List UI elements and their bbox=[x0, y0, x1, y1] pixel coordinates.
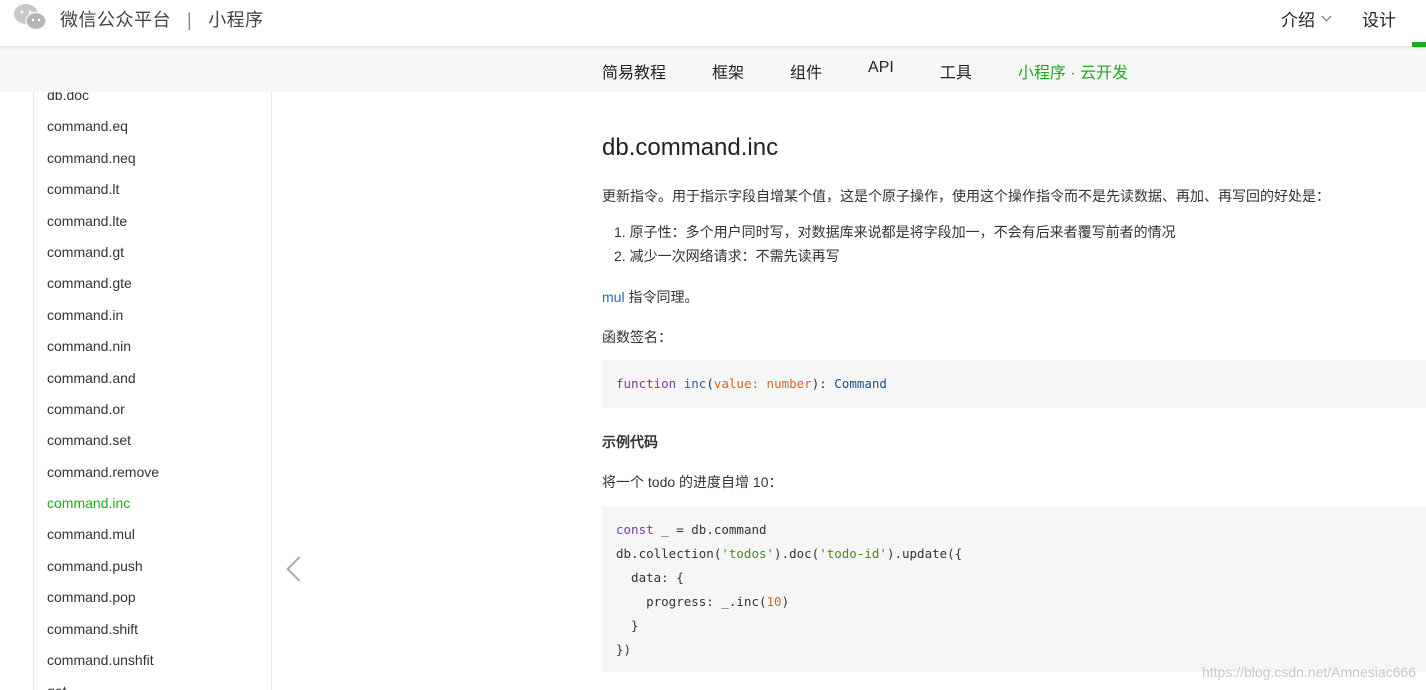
sub-navigation: 简易教程 框架 组件 API 工具 小程序 · 云开发 bbox=[0, 46, 1426, 92]
code-text: db.collection( bbox=[616, 546, 722, 561]
mul-text: 指令同理。 bbox=[624, 289, 699, 305]
code-line: data: { bbox=[616, 570, 684, 585]
brand-title[interactable]: 微信公众平台 | 小程序 bbox=[60, 6, 264, 32]
chevron-down-icon bbox=[1321, 11, 1332, 22]
accent-bar bbox=[1412, 42, 1426, 47]
sidebar-item-command-shift[interactable]: command.shift bbox=[47, 614, 159, 645]
tab-api[interactable]: API bbox=[868, 59, 894, 83]
sidebar-item-command-set[interactable]: command.set bbox=[47, 425, 159, 456]
nav-intro[interactable]: 介绍 bbox=[1281, 6, 1332, 31]
tab-cloud-dev[interactable]: 小程序 · 云开发 bbox=[1018, 59, 1128, 83]
brand-name: 微信公众平台 bbox=[60, 10, 171, 30]
sidebar-item-command-in[interactable]: command.in bbox=[47, 300, 159, 331]
sidebar-item-db-doc[interactable]: db.doc bbox=[47, 92, 159, 111]
code-string: 'todos' bbox=[721, 546, 775, 561]
code-text: progress: _.inc( bbox=[616, 594, 767, 609]
sidebar-item-command-mul[interactable]: command.mul bbox=[47, 519, 159, 550]
benefits-list: 1. 原子性：多个用户同时写，对数据库来说都是将字段加一，不会有后来者覆写前者的… bbox=[614, 223, 1176, 271]
sidebar-rail bbox=[33, 92, 34, 690]
example-heading: 示例代码 bbox=[602, 434, 658, 450]
signature-label: 函数签名： bbox=[602, 329, 672, 345]
sidebar-item-command-lt[interactable]: command.lt bbox=[47, 174, 159, 205]
wechat-logo-icon[interactable] bbox=[12, 2, 48, 32]
code-param: value: number bbox=[713, 376, 812, 391]
list-item: 1. 原子性：多个用户同时写，对数据库来说都是将字段加一，不会有后来者覆写前者的… bbox=[614, 224, 1176, 240]
code-text: ).update({ bbox=[886, 546, 963, 561]
sidebar-item-command-and[interactable]: command.and bbox=[47, 363, 159, 394]
example-code-block[interactable]: const _ = db.command db.collection('todo… bbox=[602, 506, 1426, 672]
sidebar-item-command-gt[interactable]: command.gt bbox=[47, 237, 159, 268]
tab-framework[interactable]: 框架 bbox=[712, 59, 744, 83]
sidebar-item-command-eq[interactable]: command.eq bbox=[47, 111, 159, 142]
code-text: ) bbox=[781, 594, 790, 609]
signature-code-block[interactable]: function inc(value: number): Command bbox=[602, 360, 1426, 408]
code-line: } bbox=[616, 618, 639, 633]
prev-page-icon[interactable] bbox=[286, 556, 312, 582]
product-name: 小程序 bbox=[208, 10, 264, 30]
sidebar-item-command-neq[interactable]: command.neq bbox=[47, 143, 159, 174]
code-number: 10 bbox=[766, 594, 782, 609]
sidebar-item-command-pop[interactable]: command.pop bbox=[47, 582, 159, 613]
list-item: 2. 减少一次网络请求：不需先读再写 bbox=[614, 248, 840, 264]
brand-separator: | bbox=[187, 10, 193, 30]
tab-components[interactable]: 组件 bbox=[790, 59, 822, 83]
sidebar-item-get[interactable]: get bbox=[47, 676, 159, 690]
intro-paragraph: 更新指令。用于指示字段自增某个值，这是个原子操作，使用这个操作指令而不是先读数据… bbox=[602, 188, 1330, 204]
mul-paragraph: mul 指令同理。 bbox=[602, 287, 698, 307]
mul-link[interactable]: mul bbox=[602, 289, 625, 305]
code-text: _ = db.command bbox=[653, 522, 767, 537]
top-header: 微信公众平台 | 小程序 介绍 设计 bbox=[0, 0, 1426, 47]
code-keyword: function bbox=[616, 376, 677, 391]
code-punct: ( bbox=[706, 376, 714, 391]
sidebar-item-command-lte[interactable]: command.lte bbox=[47, 206, 159, 237]
page-title: db.command.inc bbox=[602, 134, 779, 161]
sidebar-item-command-nin[interactable]: command.nin bbox=[47, 331, 159, 362]
sidebar-item-command-unshfit[interactable]: command.unshfit bbox=[47, 645, 159, 676]
sidebar-item-command-gte[interactable]: command.gte bbox=[47, 268, 159, 299]
example-description: 将一个 todo 的进度自增 10： bbox=[602, 474, 783, 490]
tab-tutorial[interactable]: 简易教程 bbox=[602, 59, 666, 83]
top-nav: 介绍 设计 bbox=[1281, 6, 1396, 31]
code-line: }) bbox=[616, 642, 632, 657]
code-text: ).doc( bbox=[774, 546, 820, 561]
sidebar[interactable]: db.doc command.eq command.neq command.lt… bbox=[0, 92, 272, 690]
nav-intro-label: 介绍 bbox=[1281, 11, 1315, 30]
sidebar-item-command-push[interactable]: command.push bbox=[47, 551, 159, 582]
code-punct: ): bbox=[811, 376, 835, 391]
code-keyword: const bbox=[616, 522, 654, 537]
nav-design-label: 设计 bbox=[1362, 11, 1396, 30]
tab-tools[interactable]: 工具 bbox=[940, 59, 972, 83]
sidebar-item-command-remove[interactable]: command.remove bbox=[47, 457, 159, 488]
sidebar-list: db.doc command.eq command.neq command.lt… bbox=[47, 92, 159, 690]
sidebar-item-command-inc[interactable]: command.inc bbox=[47, 488, 159, 519]
sidebar-item-command-or[interactable]: command.or bbox=[47, 394, 159, 425]
code-string: 'todo-id' bbox=[819, 546, 887, 561]
code-return-type: Command bbox=[834, 376, 887, 391]
code-function-name: inc bbox=[683, 376, 707, 391]
watermark: https://blog.csdn.net/Amnesiac666 bbox=[1201, 664, 1416, 680]
nav-design[interactable]: 设计 bbox=[1362, 6, 1396, 31]
